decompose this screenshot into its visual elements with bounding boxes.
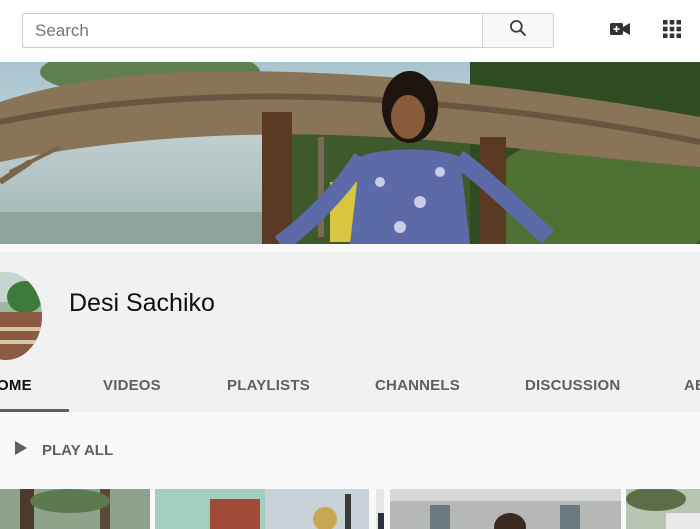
video-thumbnail[interactable] bbox=[0, 489, 150, 529]
video-camera-icon bbox=[608, 17, 632, 46]
apps-button[interactable] bbox=[659, 18, 685, 44]
masthead bbox=[0, 0, 700, 62]
search-box[interactable] bbox=[22, 13, 483, 48]
channel-content: PLAY ALL bbox=[0, 412, 700, 529]
channel-avatar[interactable] bbox=[0, 272, 42, 360]
tab-about[interactable]: AB bbox=[684, 377, 700, 394]
play-all-button[interactable]: PLAY ALL bbox=[14, 440, 113, 461]
create-video-button[interactable] bbox=[607, 18, 633, 44]
tab-discussion[interactable]: DISCUSSION bbox=[525, 377, 620, 394]
tab-playlists[interactable]: PLAYLISTS bbox=[227, 377, 310, 394]
channel-name: Desi Sachiko bbox=[69, 289, 215, 317]
tab-home[interactable]: OME bbox=[0, 377, 32, 394]
video-thumbnail[interactable] bbox=[376, 489, 384, 529]
play-all-label: PLAY ALL bbox=[42, 442, 114, 459]
channel-banner bbox=[0, 62, 700, 244]
video-thumbnail[interactable] bbox=[155, 489, 369, 529]
search-input[interactable] bbox=[23, 14, 483, 47]
video-thumbnail[interactable] bbox=[626, 489, 700, 529]
tab-videos[interactable]: VIDEOS bbox=[103, 377, 161, 394]
video-thumbnail[interactable] bbox=[390, 489, 621, 529]
search-icon bbox=[508, 18, 528, 43]
apps-grid-icon bbox=[662, 19, 682, 44]
play-icon bbox=[14, 440, 28, 461]
channel-header: Desi Sachiko OME VIDEOS PLAYLISTS CHANNE… bbox=[0, 252, 700, 412]
tab-channels[interactable]: CHANNELS bbox=[375, 377, 460, 394]
channel-tabs: OME VIDEOS PLAYLISTS CHANNELS DISCUSSION… bbox=[0, 365, 700, 412]
search-button[interactable] bbox=[482, 13, 554, 48]
